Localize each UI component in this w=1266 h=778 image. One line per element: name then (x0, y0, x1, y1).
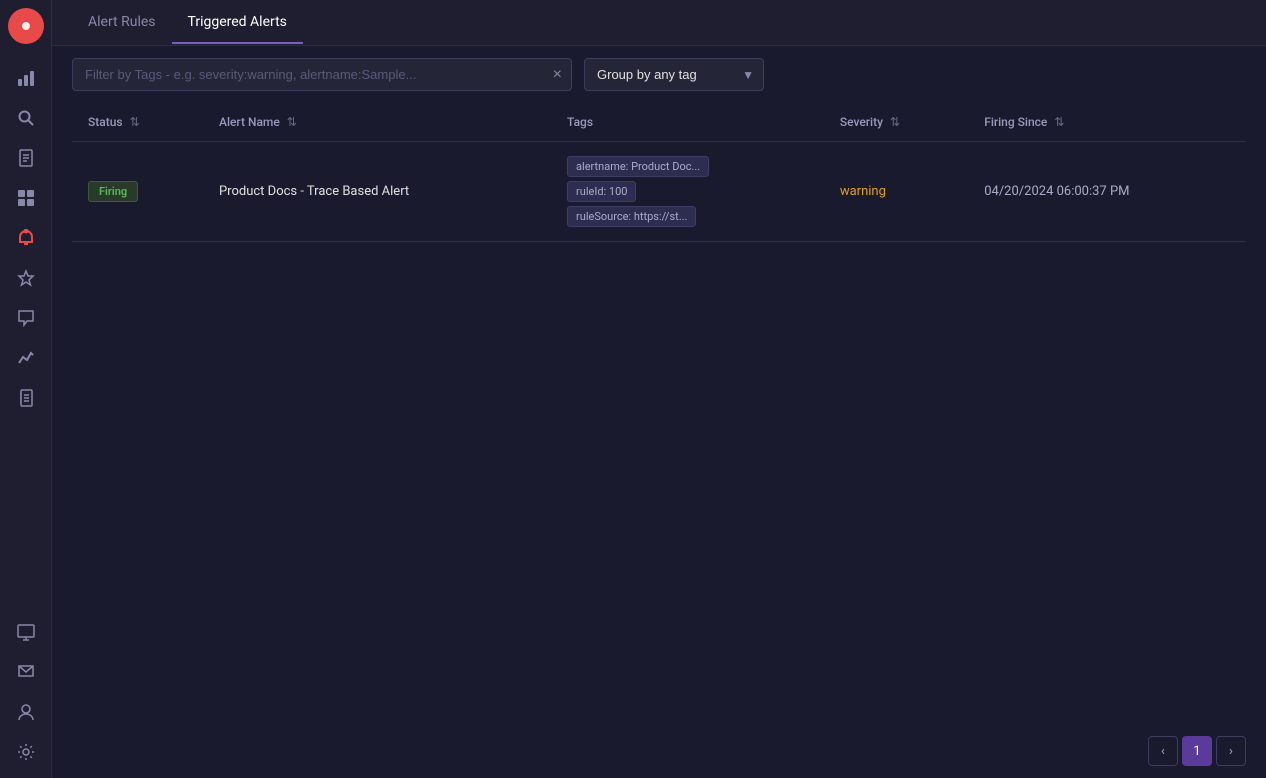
cell-alert-name: Product Docs - Trace Based Alert (203, 142, 551, 242)
sidebar-item-analytics[interactable] (8, 60, 44, 96)
tab-triggered-alerts[interactable]: Triggered Alerts (172, 2, 303, 44)
sidebar-item-grid[interactable] (8, 180, 44, 216)
sidebar-item-chat[interactable] (8, 300, 44, 336)
sidebar-item-chart[interactable] (8, 340, 44, 376)
sidebar-item-message[interactable] (8, 654, 44, 690)
pagination-prev-button[interactable]: ‹ (1148, 736, 1178, 766)
pagination-next-button[interactable]: › (1216, 736, 1246, 766)
table-row[interactable]: FiringProduct Docs - Trace Based Alertal… (72, 142, 1246, 242)
sidebar-item-documents[interactable] (8, 140, 44, 176)
tag-badge[interactable]: alertname: Product Doc... (567, 156, 709, 177)
cell-status: Firing (72, 142, 203, 242)
pagination: ‹ 1 › (52, 724, 1266, 778)
main-content: Alert Rules Triggered Alerts × Group by … (52, 0, 1266, 778)
status-badge: Firing (88, 181, 138, 202)
sidebar-item-search[interactable] (8, 100, 44, 136)
cell-tags: alertname: Product Doc... ruleId: 100 rule… (551, 142, 824, 242)
filter-clear-button[interactable]: × (551, 65, 564, 85)
tag-badge[interactable]: ruleId: 100 (567, 181, 636, 202)
sidebar-item-star[interactable] (8, 260, 44, 296)
table-header-row: Status ⇅ Alert Name ⇅ Tags Severity ⇅ (72, 103, 1246, 142)
column-header-firing-since[interactable]: Firing Since ⇅ (968, 103, 1246, 142)
column-header-status[interactable]: Status ⇅ (72, 103, 203, 142)
tab-alert-rules[interactable]: Alert Rules (72, 2, 172, 44)
sort-icon-firing-since: ⇅ (1054, 115, 1064, 129)
sidebar-item-alerts[interactable] (8, 220, 44, 256)
app-logo (8, 8, 44, 44)
cell-firing-since: 04/20/2024 06:00:37 PM (968, 142, 1246, 242)
pagination-page-1[interactable]: 1 (1182, 736, 1212, 766)
tabs-bar: Alert Rules Triggered Alerts (52, 0, 1266, 46)
sort-icon-alert-name: ⇅ (287, 115, 297, 129)
sort-icon-status: ⇅ (130, 115, 140, 129)
toolbar: × Group by any tagseverityalertnamerules… (52, 46, 1266, 103)
sidebar-item-settings[interactable] (8, 734, 44, 770)
group-by-select[interactable]: Group by any tagseverityalertnamerulesou… (584, 58, 764, 91)
alerts-table: Status ⇅ Alert Name ⇅ Tags Severity ⇅ (72, 103, 1246, 242)
filter-wrapper: × (72, 58, 572, 91)
table-container: Status ⇅ Alert Name ⇅ Tags Severity ⇅ (52, 103, 1266, 724)
column-header-alert-name[interactable]: Alert Name ⇅ (203, 103, 551, 142)
sidebar-item-user[interactable] (8, 694, 44, 730)
sidebar (0, 0, 52, 778)
column-header-tags: Tags (551, 103, 824, 142)
column-header-severity[interactable]: Severity ⇅ (824, 103, 968, 142)
sort-icon-severity: ⇅ (890, 115, 900, 129)
sidebar-item-monitor[interactable] (8, 614, 44, 650)
filter-input[interactable] (72, 58, 572, 91)
group-by-wrapper: Group by any tagseverityalertnamerulesou… (584, 58, 764, 91)
cell-severity: warning (824, 142, 968, 242)
sidebar-item-notebook[interactable] (8, 380, 44, 416)
tag-badge[interactable]: ruleSource: https://st... (567, 206, 696, 227)
